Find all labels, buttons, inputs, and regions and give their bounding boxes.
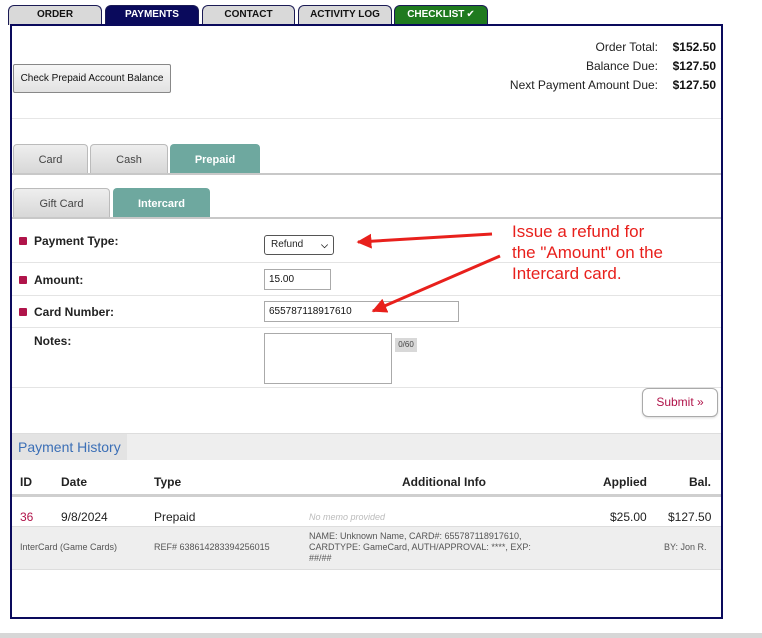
arrow-to-payment-type — [356, 232, 493, 249]
payments-screen: ORDER PAYMENTS CONTACT ACTIVITY LOG CHEC… — [0, 0, 762, 638]
page-bottom-bar — [0, 633, 762, 638]
annotation-arrows — [356, 232, 501, 313]
arrow-to-card-number — [371, 254, 501, 313]
